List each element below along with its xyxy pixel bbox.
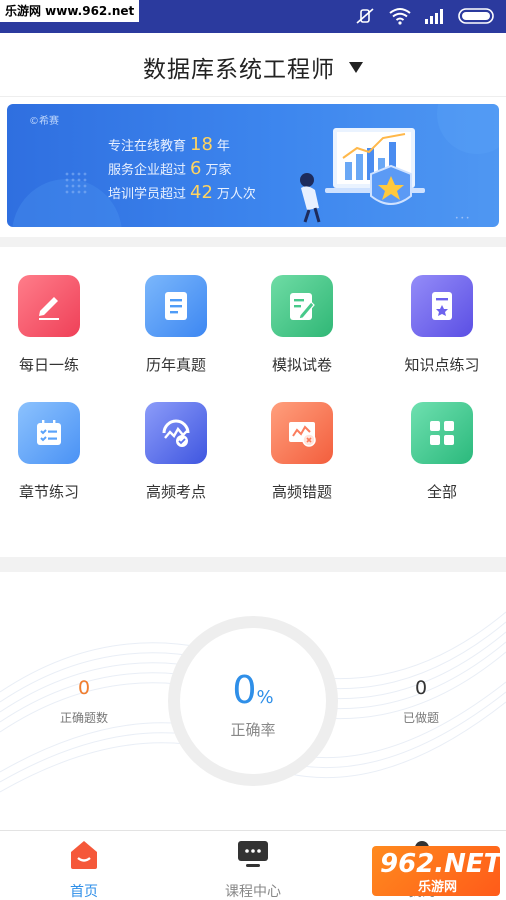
menu-all[interactable]: 全部 [387, 402, 497, 502]
edit-paper-icon [271, 275, 333, 337]
svg-text:• • •: • • • [455, 215, 469, 222]
home-icon [24, 837, 144, 871]
watermark-logo: 962.NET 乐游网 [372, 846, 501, 896]
subject-selector[interactable]: 数据库系统工程师 [0, 50, 506, 84]
status-icons [354, 7, 496, 29]
stat-done-count: 0 已做题 [402, 677, 439, 725]
signal-icon [424, 8, 446, 28]
error-chart-icon [271, 402, 333, 464]
checklist-icon [18, 402, 80, 464]
page-title: 数据库系统工程师 [143, 57, 335, 83]
pencil-icon [18, 275, 80, 337]
banner-line-1: 专注在线教育 18 年 [108, 134, 230, 155]
banner-section: • • • ©希赛 专注在线教育 18 年 服务企业超过 6 万家 培训学员超过 42 万人… [0, 97, 506, 237]
mute-icon [354, 7, 376, 29]
battery-icon [458, 8, 496, 28]
accuracy-value: 0% [232, 668, 274, 712]
tab-course-center[interactable]: 课程中心 [193, 837, 313, 900]
watermark-top: 乐游网 www.962.net [0, 0, 140, 22]
menu-daily-practice[interactable]: 每日一练 [0, 275, 104, 375]
menu-mock-exam[interactable]: 模拟试卷 [247, 275, 357, 375]
accuracy-label: 正确率 [230, 721, 276, 739]
feature-grid: 每日一练 历年真题 模拟试卷 知识点练习 章节练习 高频考点 高频错题 全部 [0, 247, 506, 557]
menu-past-exams[interactable]: 历年真题 [121, 275, 231, 375]
chart-check-icon [145, 402, 207, 464]
menu-frequent-mistakes[interactable]: 高频错题 [247, 402, 357, 502]
status-bar: 11:32 乐游网 www.962.net [0, 0, 506, 33]
stat-correct-count: 0 正确题数 [59, 677, 108, 725]
bottom-tab-bar: 首页 课程中心 我的 962.NET 乐游网 [0, 830, 506, 900]
grid-icon [411, 402, 473, 464]
app-header: 数据库系统工程师 [0, 33, 506, 97]
tab-home[interactable]: 首页 [24, 837, 144, 900]
bookmark-star-icon [411, 275, 473, 337]
video-icon [193, 837, 313, 871]
banner-brand-tag: ©希赛 [29, 116, 59, 127]
banner-illustration: • • • [12, 104, 499, 227]
promo-banner[interactable]: • • • ©希赛 专注在线教育 18 年 服务企业超过 6 万家 培训学员超过 42 万人… [7, 104, 499, 227]
document-icon [145, 275, 207, 337]
stats-panel: 0% 正确率 0 正确题数 0 已做题 [0, 572, 506, 830]
caret-down-icon [349, 62, 363, 73]
menu-hot-topics[interactable]: 高频考点 [121, 402, 231, 502]
banner-line-2: 服务企业超过 6 万家 [108, 158, 232, 179]
wifi-icon [388, 7, 412, 29]
menu-knowledge-practice[interactable]: 知识点练习 [387, 275, 497, 375]
banner-line-3: 培训学员超过 42 万人次 [108, 182, 256, 203]
menu-chapter-practice[interactable]: 章节练习 [0, 402, 104, 502]
